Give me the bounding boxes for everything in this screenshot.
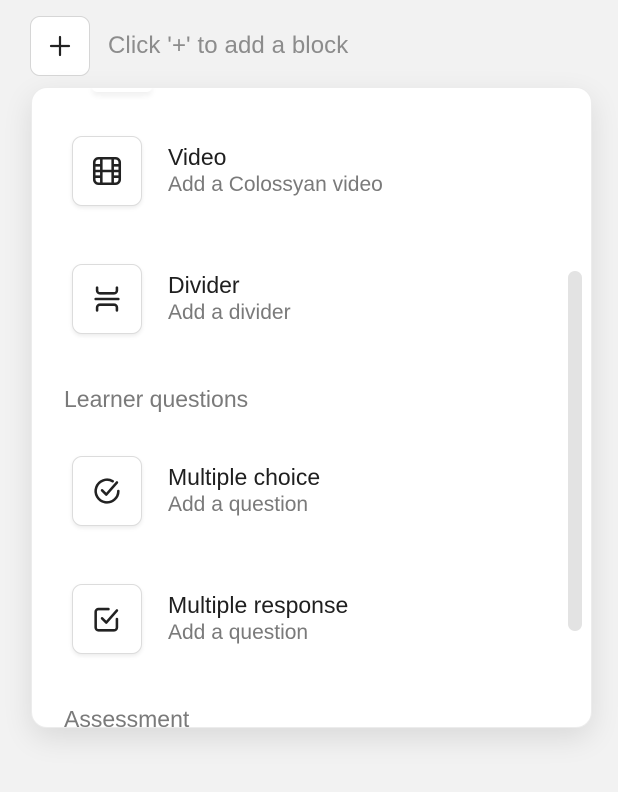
menu-item-video[interactable]: Video Add a Colossyan video	[72, 136, 383, 206]
add-block-hint: Click '+' to add a block	[108, 32, 349, 59]
square-check-icon	[72, 584, 142, 654]
menu-item-title: Divider	[168, 272, 240, 298]
scrollbar-thumb[interactable]	[568, 271, 582, 631]
menu-item-subtitle: Add a Colossyan video	[168, 173, 383, 196]
film-icon	[72, 136, 142, 206]
menu-item-subtitle: Add a divider	[168, 301, 291, 324]
menu-item-title: Multiple response	[168, 592, 349, 618]
menu-item-title: Video	[168, 144, 227, 170]
section-heading-assessment: Assessment	[64, 706, 190, 728]
menu-item-subtitle: Add a question	[168, 493, 309, 516]
add-block-bar: Click '+' to add a block	[30, 15, 348, 77]
plus-icon	[49, 35, 71, 57]
menu-item-title: Multiple choice	[168, 464, 321, 490]
section-heading-learner-questions: Learner questions	[64, 386, 249, 412]
divider-icon	[72, 264, 142, 334]
menu-item-multiple-choice[interactable]: Multiple choice Add a question	[72, 456, 320, 526]
menu-item-subtitle: Add a question	[168, 621, 309, 644]
circle-check-icon	[72, 456, 142, 526]
scroll-fade-edge	[92, 88, 152, 92]
add-block-button[interactable]	[30, 16, 90, 76]
block-menu-panel: Video Add a Colossyan video Divider Add …	[31, 87, 592, 728]
menu-item-multiple-response[interactable]: Multiple response Add a question	[72, 584, 348, 654]
menu-item-divider[interactable]: Divider Add a divider	[72, 264, 291, 334]
